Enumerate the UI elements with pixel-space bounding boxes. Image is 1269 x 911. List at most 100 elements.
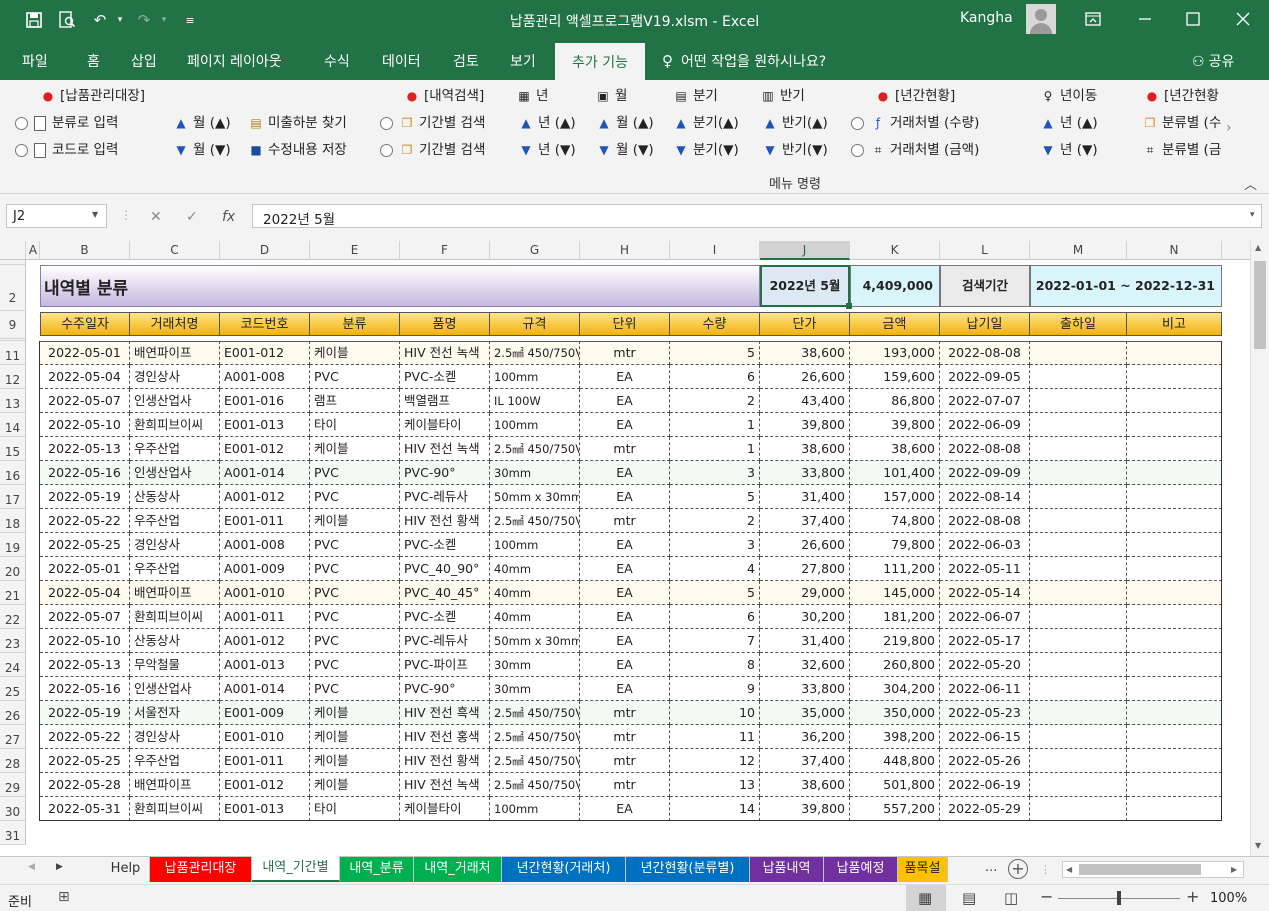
table-cell[interactable] <box>1127 725 1222 749</box>
table-cell[interactable]: 304,200 <box>850 677 940 701</box>
table-cell[interactable]: A001-009 <box>220 557 310 581</box>
table-cell[interactable]: PVC-소켇 <box>400 605 490 629</box>
table-cell[interactable] <box>1030 485 1127 509</box>
table-cell[interactable]: 11 <box>670 725 760 749</box>
table-header-cell[interactable]: 수주일자 <box>40 312 130 336</box>
tab-add-ins[interactable]: 추가 기능 <box>555 43 645 80</box>
half-down-button[interactable]: ▼ 반기(▼) <box>762 141 827 159</box>
avatar[interactable] <box>1026 4 1056 34</box>
zoom-level[interactable]: 100% <box>1210 891 1247 906</box>
sheet-tab[interactable]: 내역_기간별 <box>252 856 340 882</box>
row-header-13[interactable]: 13 <box>0 389 26 413</box>
row-header-30[interactable]: 30 <box>0 797 26 821</box>
table-cell[interactable]: 219,800 <box>850 629 940 653</box>
table-cell[interactable] <box>1030 701 1127 725</box>
table-cell[interactable]: 12 <box>670 749 760 773</box>
ribbon-display-icon[interactable] <box>1078 6 1108 32</box>
table-cell[interactable]: 2022-05-16 <box>40 461 130 485</box>
column-header-A[interactable]: A <box>27 241 40 260</box>
table-cell[interactable]: E001-012 <box>220 341 310 365</box>
insert-function-icon[interactable]: fx <box>222 209 235 225</box>
row-header-17[interactable]: 17 <box>0 485 26 509</box>
table-cell[interactable]: 26,600 <box>760 365 850 389</box>
table-cell[interactable]: 2022-06-07 <box>940 605 1030 629</box>
table-cell[interactable]: 환희피브이씨 <box>130 605 220 629</box>
table-cell[interactable]: E001-012 <box>220 437 310 461</box>
table-cell[interactable]: 2022-06-03 <box>940 533 1030 557</box>
table-cell[interactable]: 배연파이프 <box>130 581 220 605</box>
table-cell[interactable]: 2022-08-08 <box>940 341 1030 365</box>
table-cell[interactable]: EA <box>580 557 670 581</box>
by-client-qty-button[interactable]: ƒ 거래처별 (수량) <box>851 114 979 132</box>
table-cell[interactable]: A001-011 <box>220 605 310 629</box>
table-cell[interactable]: 케이블 <box>310 509 400 533</box>
table-cell[interactable]: 우주산업 <box>130 437 220 461</box>
table-cell[interactable]: E001-012 <box>220 773 310 797</box>
table-cell[interactable] <box>1030 749 1127 773</box>
table-cell[interactable]: 14 <box>670 797 760 821</box>
table-cell[interactable]: 케이블 <box>310 437 400 461</box>
table-cell[interactable]: PVC <box>310 365 400 389</box>
row-header-26[interactable]: 26 <box>0 701 26 725</box>
drag-handle-icon[interactable]: ⋮ <box>120 208 132 222</box>
table-cell[interactable]: PVC <box>310 485 400 509</box>
table-cell[interactable]: 2022-05-26 <box>940 749 1030 773</box>
table-header-cell[interactable]: 비고 <box>1127 312 1222 336</box>
column-header-G[interactable]: G <box>490 241 580 260</box>
table-cell[interactable]: 86,800 <box>850 389 940 413</box>
table-cell[interactable]: 101,400 <box>850 461 940 485</box>
scroll-up-icon[interactable]: ▲ <box>1255 243 1261 252</box>
input-by-category-button[interactable]: 분류로 입력 <box>15 114 118 132</box>
table-cell[interactable]: 8 <box>670 653 760 677</box>
table-cell[interactable]: A001-008 <box>220 365 310 389</box>
column-header-M[interactable]: M <box>1030 241 1127 260</box>
table-cell[interactable]: A001-014 <box>220 461 310 485</box>
tab-page-layout[interactable]: 페이지 레이아웃 <box>187 51 282 71</box>
table-cell[interactable]: 6 <box>670 365 760 389</box>
column-header-F[interactable]: F <box>400 241 490 260</box>
table-cell[interactable]: 케이블타이 <box>400 797 490 821</box>
table-cell[interactable] <box>1127 581 1222 605</box>
table-cell[interactable]: PVC-소켇 <box>400 533 490 557</box>
hscroll-thumb[interactable] <box>1079 864 1201 875</box>
table-cell[interactable]: PVC <box>310 461 400 485</box>
table-cell[interactable] <box>1127 509 1222 533</box>
table-cell[interactable]: 10 <box>670 701 760 725</box>
table-cell[interactable]: 램프 <box>310 389 400 413</box>
table-cell[interactable]: 157,000 <box>850 485 940 509</box>
table-cell[interactable]: 50mm x 30mm <box>490 485 580 509</box>
table-cell[interactable] <box>1127 629 1222 653</box>
table-cell[interactable] <box>1030 581 1127 605</box>
table-cell[interactable] <box>1127 365 1222 389</box>
table-cell[interactable] <box>1030 341 1127 365</box>
table-cell[interactable] <box>1127 557 1222 581</box>
table-cell[interactable] <box>1127 341 1222 365</box>
table-cell[interactable]: 2.5㎟ 450/750V <box>490 341 580 365</box>
year-move-down-button[interactable]: ▼ 년 (▼) <box>1040 141 1097 159</box>
normal-view-icon[interactable]: ▦ <box>918 889 932 907</box>
table-cell[interactable]: PVC <box>310 581 400 605</box>
collapse-ribbon-icon[interactable]: ︿ <box>1244 174 1257 193</box>
row-header-11[interactable]: 11 <box>0 341 26 365</box>
page-layout-view-icon[interactable]: ▤ <box>962 889 976 907</box>
table-cell[interactable]: 2022-08-08 <box>940 509 1030 533</box>
table-cell[interactable]: 33,800 <box>760 677 850 701</box>
quarter-down-button[interactable]: ▼ 분기(▼) <box>673 141 738 159</box>
table-header-cell[interactable]: 납기일 <box>940 312 1030 336</box>
table-cell[interactable]: 타이 <box>310 413 400 437</box>
table-cell[interactable]: HIV 전선 홍색 <box>400 725 490 749</box>
table-cell[interactable]: 배연파이프 <box>130 773 220 797</box>
table-cell[interactable]: 2.5㎟ 450/750V <box>490 437 580 461</box>
table-header-cell[interactable]: 분류 <box>310 312 400 336</box>
tab-file[interactable]: 파일 <box>22 51 48 71</box>
table-cell[interactable] <box>1127 701 1222 725</box>
row-header-19[interactable]: 19 <box>0 533 26 557</box>
period-search-button-2[interactable]: ❐ 기간별 검색 <box>380 141 485 159</box>
table-cell[interactable]: 9 <box>670 677 760 701</box>
table-cell[interactable]: 5 <box>670 485 760 509</box>
table-cell[interactable]: 인생산업사 <box>130 677 220 701</box>
table-cell[interactable]: 2022-05-04 <box>40 365 130 389</box>
total-amount-cell[interactable]: 4,409,000 <box>850 265 940 307</box>
table-cell[interactable]: 557,200 <box>850 797 940 821</box>
table-cell[interactable] <box>1030 725 1127 749</box>
